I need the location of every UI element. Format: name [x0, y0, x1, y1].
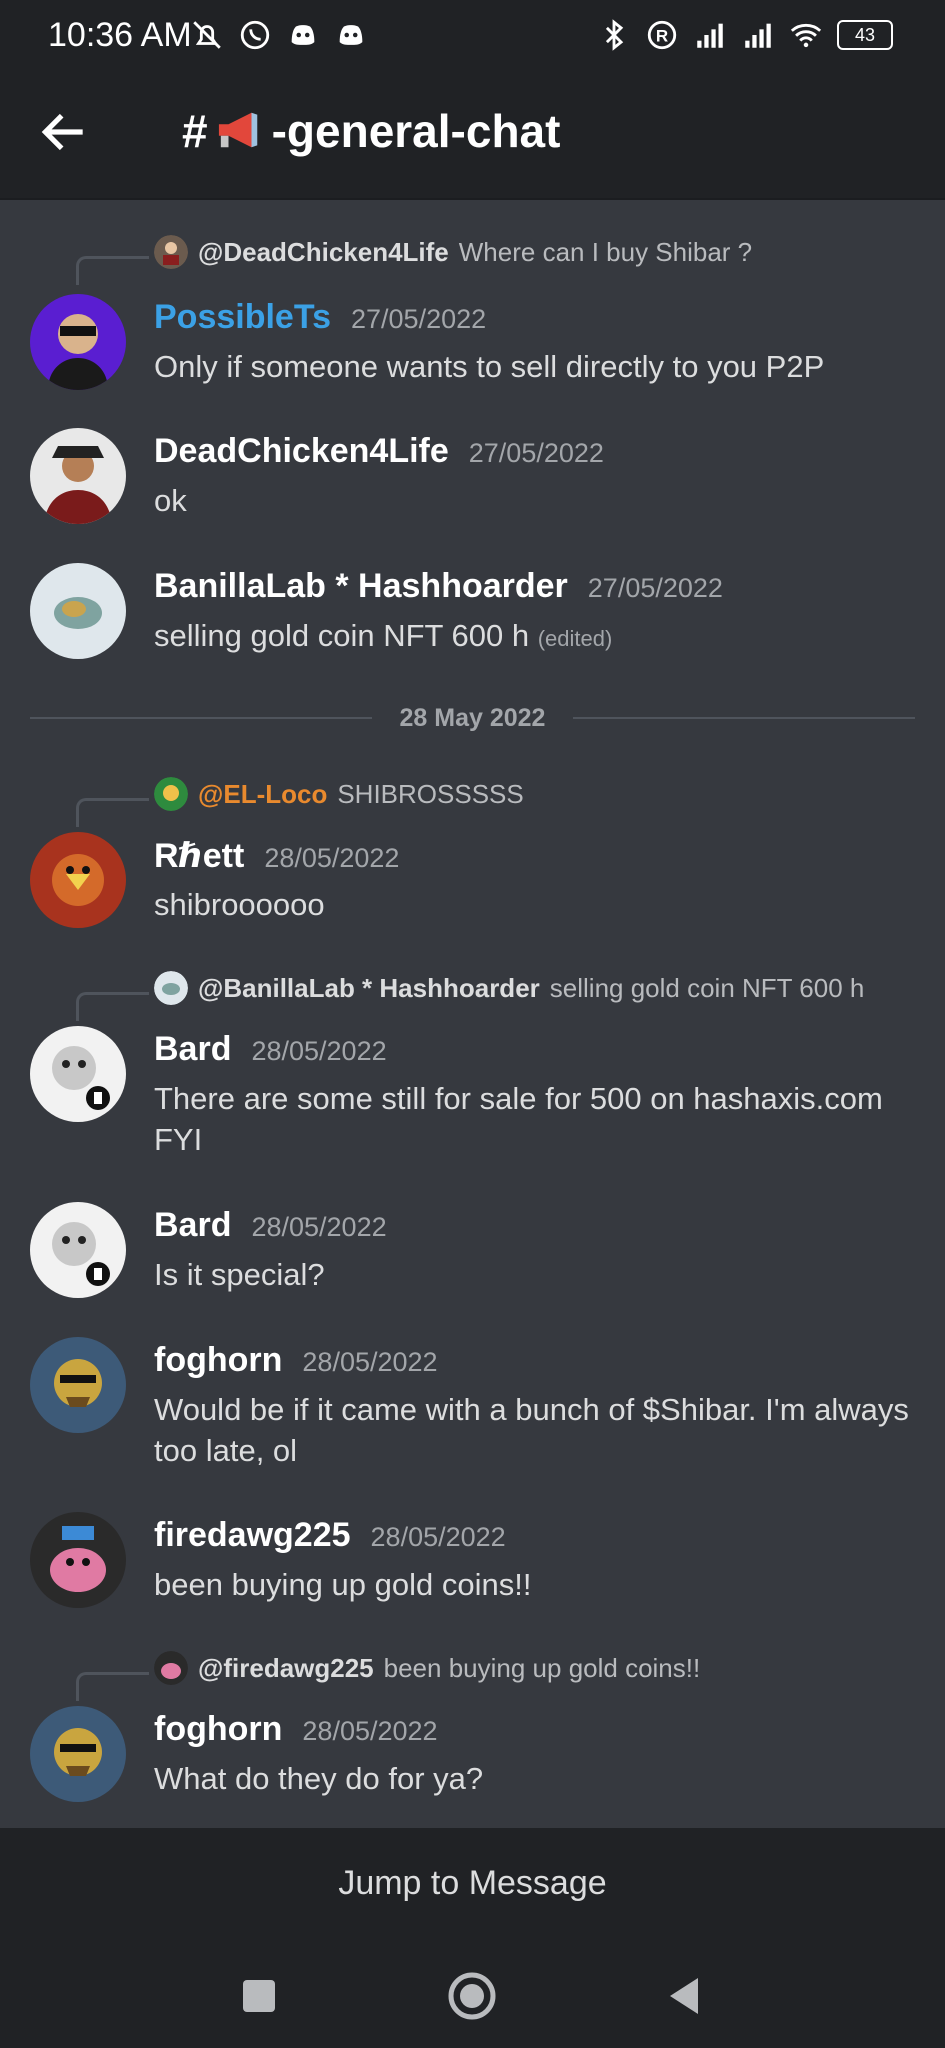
status-bar: 10:36 AM R 43 [0, 0, 945, 76]
avatar[interactable] [30, 1026, 126, 1122]
author-name[interactable]: foghorn [154, 1341, 282, 1380]
megaphone-icon [218, 112, 257, 148]
signal-icon [745, 23, 771, 48]
reply-avatar [154, 777, 188, 811]
avatar[interactable] [30, 832, 126, 928]
message-text: Would be if it came with a bunch of $Shi… [154, 1392, 909, 1468]
message-header: foghorn 28/05/2022 [154, 1710, 438, 1749]
message-header: foghorn 28/05/2022 [154, 1341, 438, 1380]
channel-title: # -general-chat [182, 104, 560, 158]
author-name[interactable]: PossibleTs [154, 298, 331, 337]
message-text: Is it special? [154, 1257, 325, 1292]
channel-hash: # [182, 105, 208, 157]
avatar[interactable] [30, 563, 126, 659]
message-header: Bard 28/05/2022 [154, 1206, 387, 1245]
system-nav-bar [0, 1938, 945, 2048]
signal-icon [697, 23, 723, 48]
timestamp: 27/05/2022 [468, 438, 604, 468]
reply-text: been buying up gold coins!! [383, 1652, 701, 1683]
timestamp: 28/05/2022 [264, 843, 400, 873]
timestamp: 28/05/2022 [302, 1716, 438, 1746]
avatar[interactable] [30, 1202, 126, 1298]
message-text: shibroooooo [154, 887, 325, 922]
reply-author: @EL-Loco [198, 778, 328, 809]
battery-indicator: 43 [837, 20, 893, 50]
avatar[interactable] [30, 1512, 126, 1608]
home-icon[interactable] [444, 1968, 500, 2024]
status-right-icons: R 43 [597, 18, 893, 52]
message-header: Rℏett 28/05/2022 [154, 836, 399, 876]
author-name[interactable]: BanillaLab * Hashhoarder [154, 567, 568, 606]
message-header: PossibleTs 27/05/2022 [154, 298, 486, 337]
avatar[interactable] [30, 1706, 126, 1802]
avatar[interactable] [30, 1337, 126, 1433]
timestamp: 28/05/2022 [370, 1522, 506, 1552]
avatar[interactable] [30, 428, 126, 524]
status-left-icons [190, 18, 368, 52]
avatar[interactable] [30, 294, 126, 390]
author-name[interactable]: Bard [154, 1206, 231, 1245]
channel-header: # -general-chat [0, 76, 945, 200]
message-header: Bard 28/05/2022 [154, 1030, 387, 1069]
reply-author: @BanillaLab * Hashhoarder [198, 972, 540, 1003]
reply-author: @DeadChicken4Life [198, 236, 449, 267]
reply-connector [76, 256, 149, 285]
channel-name: -general-chat [271, 105, 561, 157]
timestamp: 28/05/2022 [251, 1036, 387, 1066]
message-text: ok [154, 483, 187, 518]
message-text: been buying up gold coins!! [154, 1567, 532, 1602]
reply-avatar [154, 971, 188, 1005]
reply-avatar [154, 235, 188, 269]
whatsapp-icon [240, 20, 270, 50]
reply-connector [76, 992, 149, 1021]
discord-icon [291, 25, 315, 45]
alarm-off-icon [193, 21, 221, 49]
reply-author: @firedawg225 [198, 1652, 374, 1683]
discord-icon [339, 25, 363, 45]
reply-avatar [154, 1651, 188, 1685]
svg-text:R: R [656, 26, 668, 45]
reply-connector [76, 1672, 149, 1701]
registered-icon: R [647, 20, 677, 50]
timestamp: 28/05/2022 [302, 1347, 438, 1377]
author-name[interactable]: foghorn [154, 1710, 282, 1749]
edited-label: (edited) [537, 626, 613, 651]
message-header: BanillaLab * Hashhoarder 27/05/2022 [154, 567, 723, 606]
timestamp: 28/05/2022 [251, 1212, 387, 1242]
message-body: selling gold coin NFT 600 h [154, 618, 530, 653]
message-header: firedawg225 28/05/2022 [154, 1516, 506, 1555]
message-list[interactable]: @DeadChicken4Life Where can I buy Shibar… [0, 200, 945, 1828]
back-triangle-icon[interactable] [658, 1968, 714, 2024]
reply-text: selling gold coin NFT 600 h [549, 972, 865, 1003]
message-text: Only if someone wants to sell directly t… [154, 349, 825, 384]
timestamp: 27/05/2022 [351, 304, 487, 334]
author-name[interactable]: firedawg225 [154, 1516, 351, 1555]
wifi-icon [790, 23, 822, 48]
message-text: What do they do for ya? [154, 1761, 484, 1796]
jump-to-message-button[interactable]: Jump to Message [0, 1828, 945, 1938]
reply-preview[interactable]: @firedawg225 been buying up gold coins!! [154, 1650, 700, 1686]
reply-connector [76, 798, 149, 827]
divider-line [573, 717, 915, 719]
author-name[interactable]: Bard [154, 1030, 231, 1069]
message-text: selling gold coin NFT 600 h (edited) [154, 615, 914, 659]
recents-icon[interactable] [231, 1968, 287, 2024]
reply-text: SHIBROSSSSS [337, 778, 524, 809]
message-header: DeadChicken4Life 27/05/2022 [154, 432, 604, 471]
author-name[interactable]: DeadChicken4Life [154, 432, 449, 471]
reply-preview[interactable]: @EL-Loco SHIBROSSSSS [154, 776, 524, 812]
bluetooth-icon [605, 19, 624, 51]
back-arrow-icon[interactable] [36, 104, 92, 160]
reply-preview[interactable]: @DeadChicken4Life Where can I buy Shibar… [154, 234, 752, 270]
date-divider: 28 May 2022 [30, 698, 915, 738]
message-text: There are some still for sale for 500 on… [154, 1081, 883, 1157]
author-name[interactable]: Rℏett [154, 836, 244, 876]
timestamp: 27/05/2022 [587, 573, 723, 603]
reply-preview[interactable]: @BanillaLab * Hashhoarder selling gold c… [154, 970, 864, 1006]
status-time: 10:36 AM [48, 16, 192, 54]
reply-text: Where can I buy Shibar ? [458, 236, 753, 267]
